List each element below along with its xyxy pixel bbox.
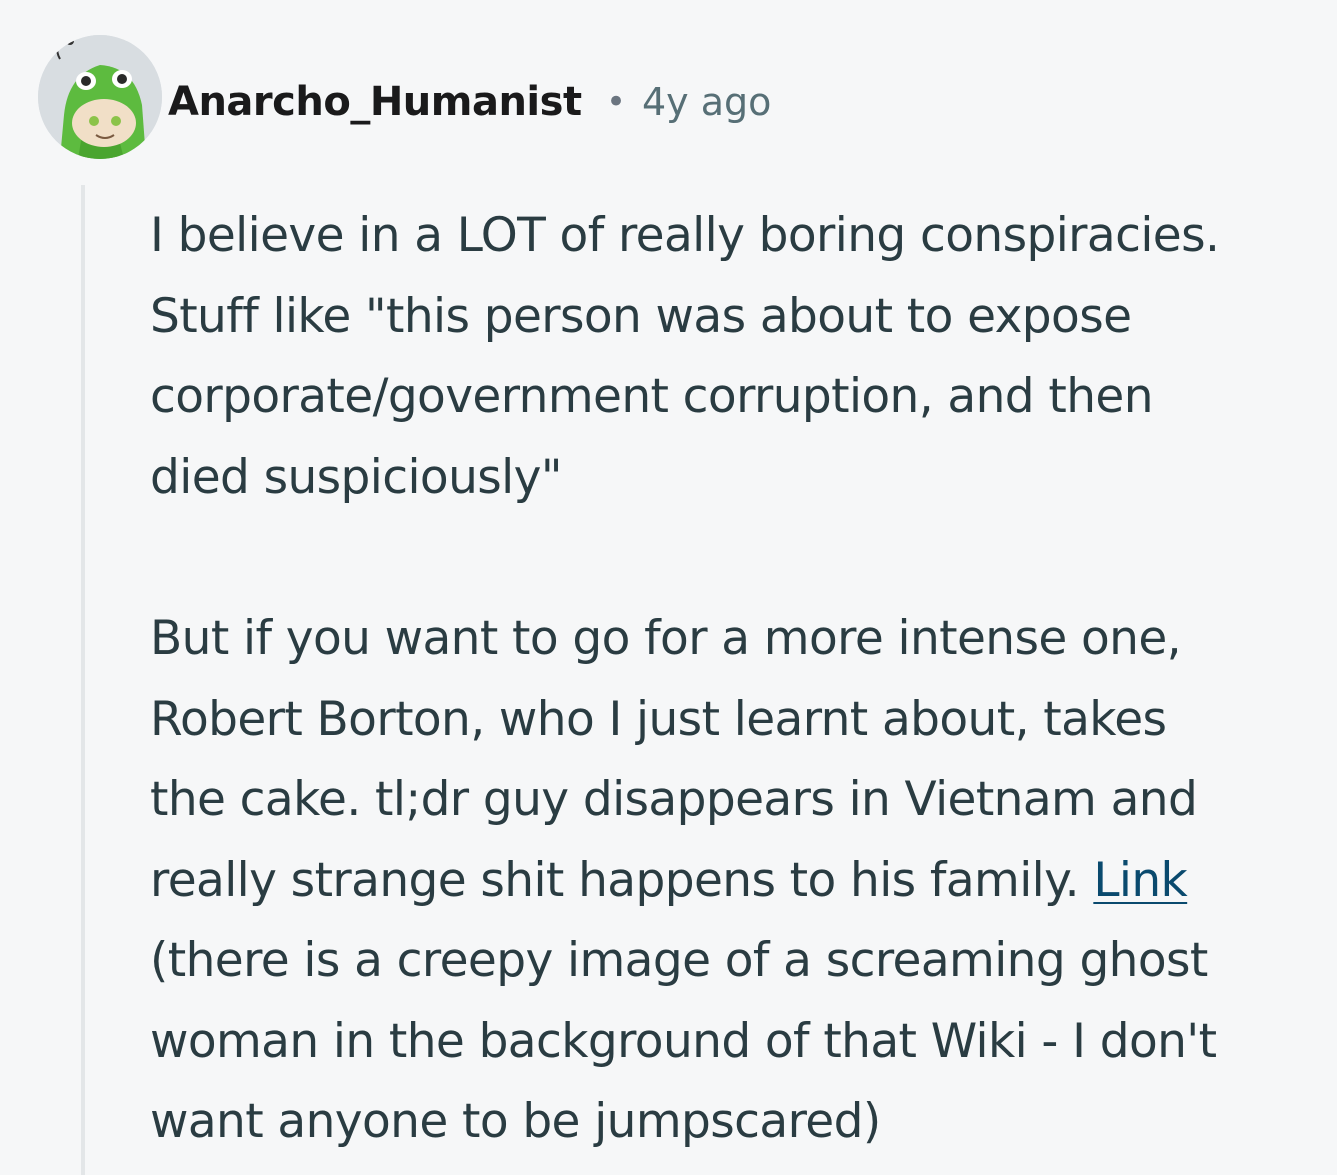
comment-timestamp[interactable]: 4y ago: [642, 78, 771, 126]
body-line: But if you want to go for a more intense…: [150, 611, 1182, 666]
thread-line[interactable]: [81, 185, 85, 1175]
author-username[interactable]: Anarcho_Humanist: [168, 78, 582, 126]
body-line: I believe in a LOT of really boring cons…: [150, 208, 1220, 263]
meta-separator: •: [606, 82, 627, 122]
snoo-frog-hood-avatar-icon: [38, 35, 162, 159]
body-line: really strange shit happens to his famil…: [150, 841, 1330, 922]
body-line: died suspiciously": [150, 449, 562, 505]
body-line-text: really strange shit happens to his famil…: [150, 852, 1094, 908]
body-line: corporate/government corruption, and the…: [150, 369, 1154, 424]
body-line: woman in the background of that Wiki - I…: [150, 1013, 1217, 1069]
wiki-link[interactable]: Link: [1093, 853, 1187, 908]
comment-body: I believe in a LOT of really boring cons…: [150, 196, 1330, 1163]
body-line: Stuff like "this person was about to exp…: [150, 288, 1132, 344]
body-line: (there is a creepy image of a screaming …: [150, 933, 1208, 988]
body-line: the cake. tl;dr guy disappears in Vietna…: [150, 772, 1198, 827]
body-line: Robert Borton, who I just learnt about, …: [150, 691, 1167, 747]
avatar[interactable]: [38, 35, 162, 159]
comment-header: Anarcho_Humanist • 4y ago: [0, 0, 1337, 180]
body-line: want anyone to be jumpscared): [150, 1094, 881, 1149]
